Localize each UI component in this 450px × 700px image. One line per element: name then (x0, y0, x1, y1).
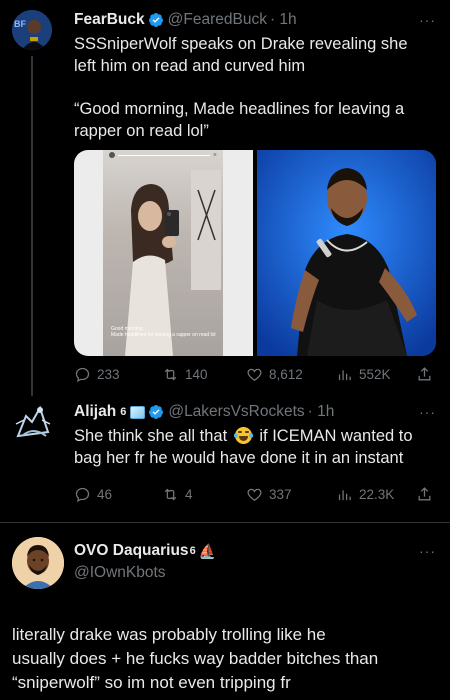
tweet-text-line: rapper on read lol” (74, 121, 209, 140)
user-handle[interactable]: @FearedBuck (168, 10, 267, 30)
tweet-text-line: SSSniperWolf speaks on Drake revealing s… (74, 35, 408, 53)
views-count: 22.3K (359, 487, 395, 502)
tweet-ovo-daquarius[interactable]: OVO Daquarius 6 ⛵ @IOwnKbots ··· literal… (0, 522, 450, 700)
display-name[interactable]: OVO Daquarius (74, 541, 189, 561)
owl-emoji-icon: ⛵ (198, 543, 217, 559)
views-icon (338, 490, 351, 501)
svg-text:BF: BF (14, 19, 26, 29)
reply-count: 233 (97, 367, 120, 382)
timestamp[interactable]: · 1h (270, 10, 297, 30)
user-handle[interactable]: @LakersVsRockets (168, 402, 304, 422)
more-options-icon[interactable]: ··· (419, 404, 436, 420)
share-icon (418, 487, 431, 501)
repost-button[interactable]: 4 (162, 486, 193, 503)
like-count: 337 (269, 487, 292, 502)
more-options-icon[interactable]: ··· (419, 543, 436, 559)
repost-icon (164, 368, 177, 381)
instagram-story-image[interactable]: × Good morning Made headlines for leavin… (74, 150, 253, 356)
views-button[interactable]: 22.3K (336, 486, 394, 503)
user-handle[interactable]: @IOwnKbots (74, 563, 166, 583)
timestamp[interactable]: · 1h (308, 402, 335, 422)
like-count: 8,612 (269, 367, 303, 382)
tweet-header: OVO Daquarius 6 ⛵ (74, 541, 216, 561)
tweet-text-segment: if ICEMAN wanted to (259, 427, 413, 445)
reply-button[interactable]: 46 (74, 486, 112, 503)
avatar[interactable] (12, 402, 54, 444)
avatar[interactable]: BF (12, 10, 52, 50)
tweet-actions: 233 140 8,612 552K (74, 366, 436, 388)
name-badge: 6 (189, 545, 196, 557)
media-grid[interactable]: × Good morning Made headlines for leavin… (74, 150, 436, 356)
tweet-actions: 46 4 337 22.3K (74, 486, 436, 508)
tweet-fearbuck[interactable]: BF FearBuck @FearedBuck · 1h ··· SSSnipe… (0, 0, 450, 396)
display-name[interactable]: FearBuck (74, 10, 145, 30)
tweet-alijah[interactable]: Alijah 6 @LakersVsRockets · 1h ··· She t… (0, 390, 450, 520)
tweet-text-line: usually does + he fucks way badder bitch… (12, 649, 379, 668)
tweet-header: FearBuck @FearedBuck · 1h (74, 10, 297, 30)
avatar[interactable] (12, 537, 64, 589)
caption-line: Made headlines for leaving a rapper on r… (111, 332, 216, 338)
tweet-text: She think she all that if ICEMAN wanted … (74, 426, 444, 469)
reply-button[interactable]: 233 (74, 366, 120, 383)
tweet-text-line: “Good morning, Made headlines for leavin… (74, 100, 405, 118)
tweet-text-line: “sniperwolf” so im not even tripping fr (12, 673, 291, 692)
tweet-text-line: She think she all that if ICEMAN wanted … (74, 426, 444, 448)
thread-line (31, 56, 33, 396)
more-options-icon[interactable]: ··· (419, 12, 436, 28)
story-caption: Good morning Made headlines for leaving … (111, 326, 219, 338)
heart-icon (247, 488, 262, 501)
tweet-text: SSSniperWolf speaks on Drake revealing s… (74, 34, 439, 142)
views-button[interactable]: 552K (336, 366, 391, 383)
views-icon (338, 370, 351, 381)
display-name[interactable]: Alijah (74, 402, 116, 422)
views-count: 552K (359, 367, 391, 382)
verified-badge-icon (148, 13, 163, 27)
laughing-crying-emoji-icon (233, 427, 253, 444)
like-button[interactable]: 8,612 (246, 366, 303, 383)
repost-icon (164, 488, 177, 501)
share-button[interactable] (416, 486, 439, 503)
story-screenshot: × Good morning Made headlines for leavin… (103, 150, 223, 356)
tweet-text-line: left him on read and curved him (74, 56, 306, 75)
drake-performing-image[interactable] (257, 150, 436, 356)
ice-emoji-icon (130, 405, 146, 419)
handle-row: @IOwnKbots (74, 563, 166, 583)
reply-count: 46 (97, 487, 113, 502)
share-icon (418, 367, 431, 381)
reply-icon (75, 367, 90, 383)
repost-button[interactable]: 140 (162, 366, 208, 383)
repost-count: 140 (185, 367, 208, 382)
tweet-text-line: bag her fr he would have done it in an i… (74, 448, 404, 467)
heart-icon (247, 368, 262, 381)
verified-badge-icon (149, 405, 164, 419)
name-badge: 6 (120, 406, 127, 418)
share-button[interactable] (416, 366, 439, 383)
tweet-text-segment: She think she all that (74, 427, 228, 445)
story-progress: × (109, 152, 217, 159)
repost-count: 4 (185, 487, 193, 502)
tweet-text-line: literally drake was probably trolling li… (12, 625, 326, 644)
reply-icon (75, 487, 90, 503)
performer-illustration (257, 150, 436, 356)
tweet-header: Alijah 6 @LakersVsRockets · 1h (74, 402, 334, 422)
like-button[interactable]: 337 (246, 486, 292, 503)
tweet-text: literally drake was probably trolling li… (12, 623, 442, 695)
